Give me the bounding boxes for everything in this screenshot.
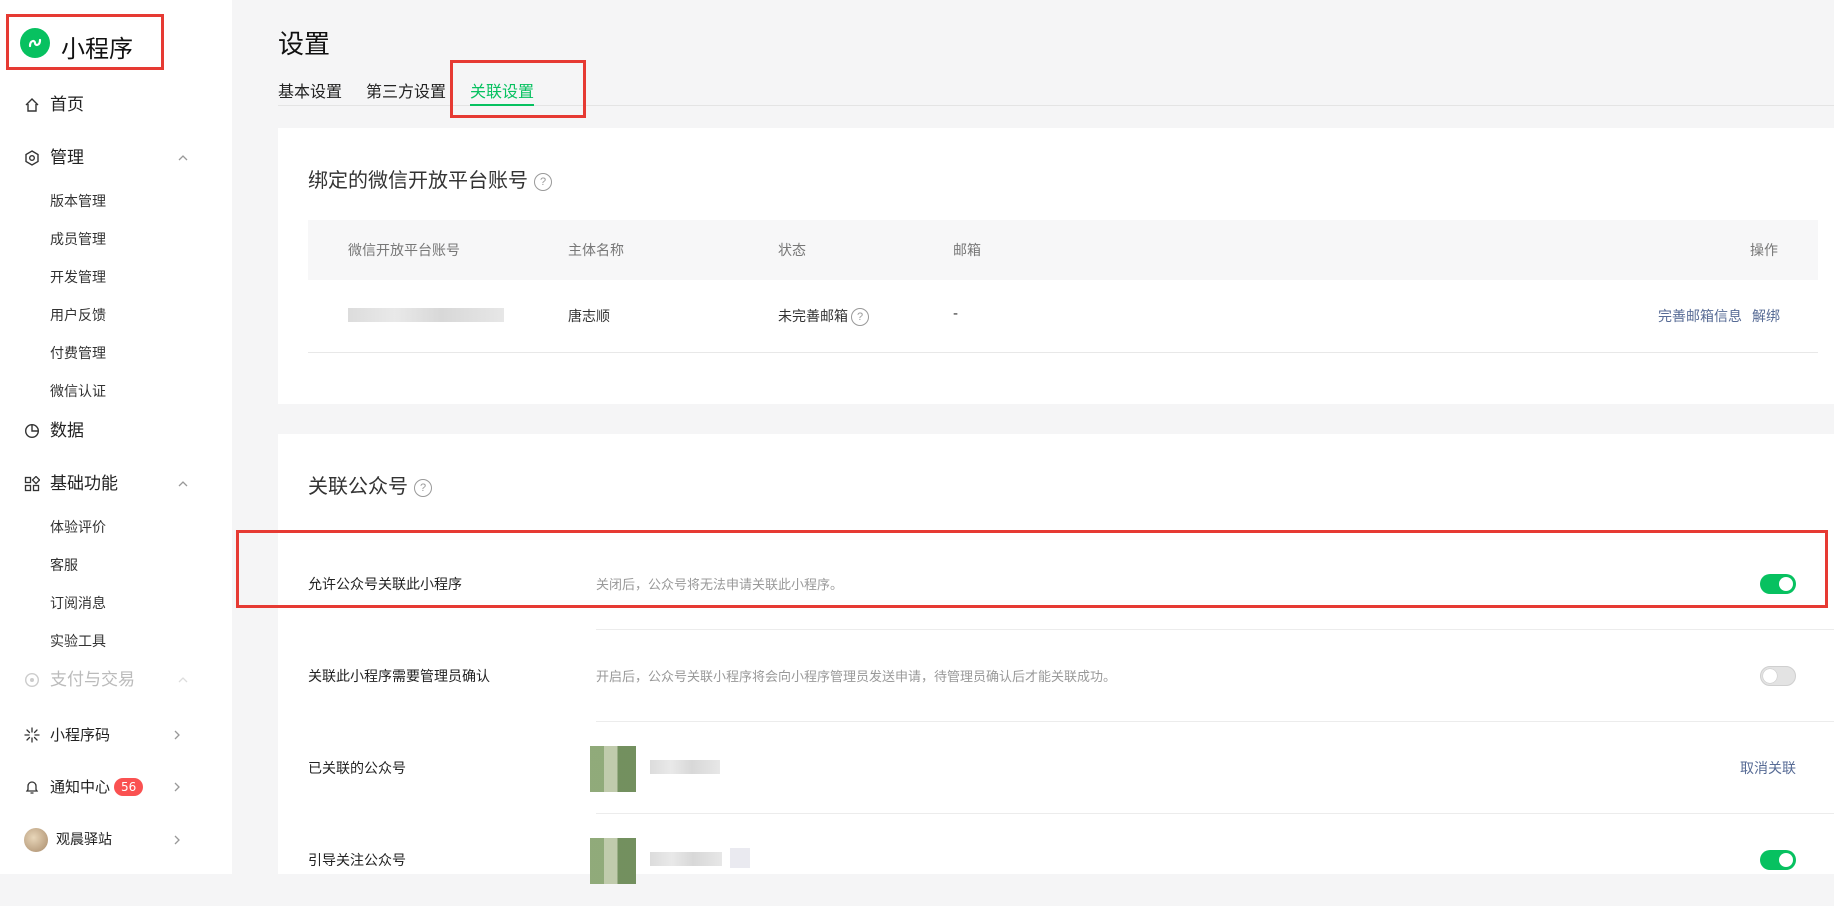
brand-title: 小程序 — [61, 35, 133, 63]
subject-name: 唐志顺 — [568, 309, 610, 325]
sidebar-subitem-dev[interactable]: 开发管理 — [50, 267, 106, 287]
sidebar-subitem-subscribe[interactable]: 订阅消息 — [50, 593, 106, 613]
column-header: 微信开放平台账号 — [348, 243, 460, 259]
setting-row-highlight-box — [236, 530, 1828, 608]
setting-row-admin-confirm: 关联此小程序需要管理员确认 开启后，公众号关联小程序将会向小程序管理员发送申请，… — [278, 630, 1834, 722]
sidebar-item-label: 基础功能 — [50, 474, 118, 494]
sidebar-subitem-members[interactable]: 成员管理 — [50, 229, 106, 249]
chevron-up-icon[interactable] — [178, 675, 188, 685]
open-platform-title: 绑定的微信开放平台账号 — [308, 168, 528, 192]
setting-label: 已关联的公众号 — [308, 761, 406, 777]
sidebar-subitem-feedback[interactable]: 用户反馈 — [50, 305, 106, 325]
brand-highlight[interactable]: 小程序 — [6, 14, 164, 70]
notification-count-badge: 56 — [114, 778, 144, 796]
redacted-badge — [730, 848, 750, 868]
setting-row-linked-accounts: 已关联的公众号 取消关联 — [278, 722, 1834, 814]
page-title: 设置 — [278, 30, 331, 60]
status-cell: 未完善邮箱? — [778, 306, 869, 326]
miniprogram-logo-icon — [20, 28, 50, 58]
chevron-up-icon[interactable] — [178, 153, 188, 163]
cancel-link-button[interactable]: 取消关联 — [1740, 758, 1796, 778]
toggle-knob — [1779, 853, 1793, 867]
tab-highlight-box — [450, 60, 586, 118]
open-platform-card: 绑定的微信开放平台账号? 微信开放平台账号 主体名称 状态 邮箱 操作 唐志顺 … — [278, 128, 1834, 404]
email-cell: - — [953, 306, 959, 322]
sidebar-item-label: 首页 — [50, 95, 84, 115]
pie-chart-icon — [24, 423, 40, 439]
sidebar: 小程序 首页 管理 版本管理 成员管理 开发管理 用户反馈 付费管理 微信认证 … — [0, 0, 232, 874]
setting-label: 引导关注公众号 — [308, 853, 406, 869]
toggle-knob — [1763, 669, 1777, 683]
avatar[interactable] — [24, 828, 48, 852]
column-header: 操作 — [1750, 243, 1778, 259]
column-header: 主体名称 — [568, 243, 624, 259]
chevron-right-icon[interactable] — [172, 782, 182, 792]
sidebar-item-label: 数据 — [50, 421, 84, 441]
sidebar-subitem-lab[interactable]: 实验工具 — [50, 631, 106, 651]
column-header: 邮箱 — [953, 243, 981, 259]
redacted-account-name — [650, 760, 720, 774]
sidebar-item-label: 通知中心 56 — [50, 775, 144, 799]
payment-icon — [24, 672, 40, 688]
chevron-right-icon[interactable] — [172, 835, 182, 845]
tab-basic[interactable]: 基本设置 — [278, 78, 342, 102]
account-name: 观晨驿站 — [56, 832, 112, 848]
sidebar-subitem-payment[interactable]: 付费管理 — [50, 343, 106, 363]
sidebar-item-label: 管理 — [50, 148, 84, 168]
redacted-account-id — [348, 308, 504, 322]
official-account-avatar — [590, 838, 636, 884]
table-header: 微信开放平台账号 主体名称 状态 邮箱 操作 — [308, 220, 1818, 280]
home-icon — [25, 98, 39, 112]
notify-label: 通知中心 — [50, 778, 111, 796]
official-account-card: 关联公众号? 允许公众号关联此小程序 关闭后，公众号将无法申请关联此小程序。 关… — [278, 434, 1834, 884]
sidebar-subitem-version[interactable]: 版本管理 — [50, 191, 106, 211]
official-account-avatar — [590, 746, 636, 792]
complete-email-link[interactable]: 完善邮箱信息 — [1658, 306, 1742, 326]
chevron-up-icon[interactable] — [178, 479, 188, 489]
help-icon[interactable]: ? — [851, 308, 869, 326]
setting-row-guide-follow: 引导关注公众号 — [278, 814, 1834, 906]
table-row: 唐志顺 未完善邮箱? - 完善邮箱信息 解绑 — [308, 280, 1818, 353]
column-header: 状态 — [778, 243, 806, 259]
card-title: 绑定的微信开放平台账号? — [308, 164, 552, 193]
official-account-title: 关联公众号 — [308, 474, 408, 498]
status-text: 未完善邮箱 — [778, 309, 848, 325]
tab-third-party[interactable]: 第三方设置 — [366, 78, 446, 102]
grid-icon — [24, 476, 40, 492]
sidebar-item-label: 小程序码 — [50, 726, 111, 744]
sidebar-subitem-verify[interactable]: 微信认证 — [50, 381, 106, 401]
guide-follow-toggle[interactable] — [1760, 850, 1796, 870]
help-icon[interactable]: ? — [414, 478, 432, 497]
sidebar-subitem-review[interactable]: 体验评价 — [50, 517, 106, 537]
help-icon[interactable]: ? — [534, 172, 552, 191]
setting-desc: 开启后，公众号关联小程序将会向小程序管理员发送申请，待管理员确认后才能关联成功。 — [596, 670, 1117, 685]
sidebar-subitem-service[interactable]: 客服 — [50, 555, 78, 575]
setting-label: 关联此小程序需要管理员确认 — [308, 669, 490, 685]
redacted-account-name — [650, 852, 722, 866]
bell-icon — [25, 781, 39, 794]
sidebar-item-label: 支付与交易 — [50, 670, 135, 690]
card-title: 关联公众号? — [308, 470, 432, 499]
qrcode-icon — [24, 727, 40, 743]
gear-icon — [25, 150, 39, 166]
admin-confirm-toggle[interactable] — [1760, 666, 1796, 686]
unbind-link[interactable]: 解绑 — [1752, 306, 1780, 326]
chevron-right-icon[interactable] — [172, 730, 182, 740]
